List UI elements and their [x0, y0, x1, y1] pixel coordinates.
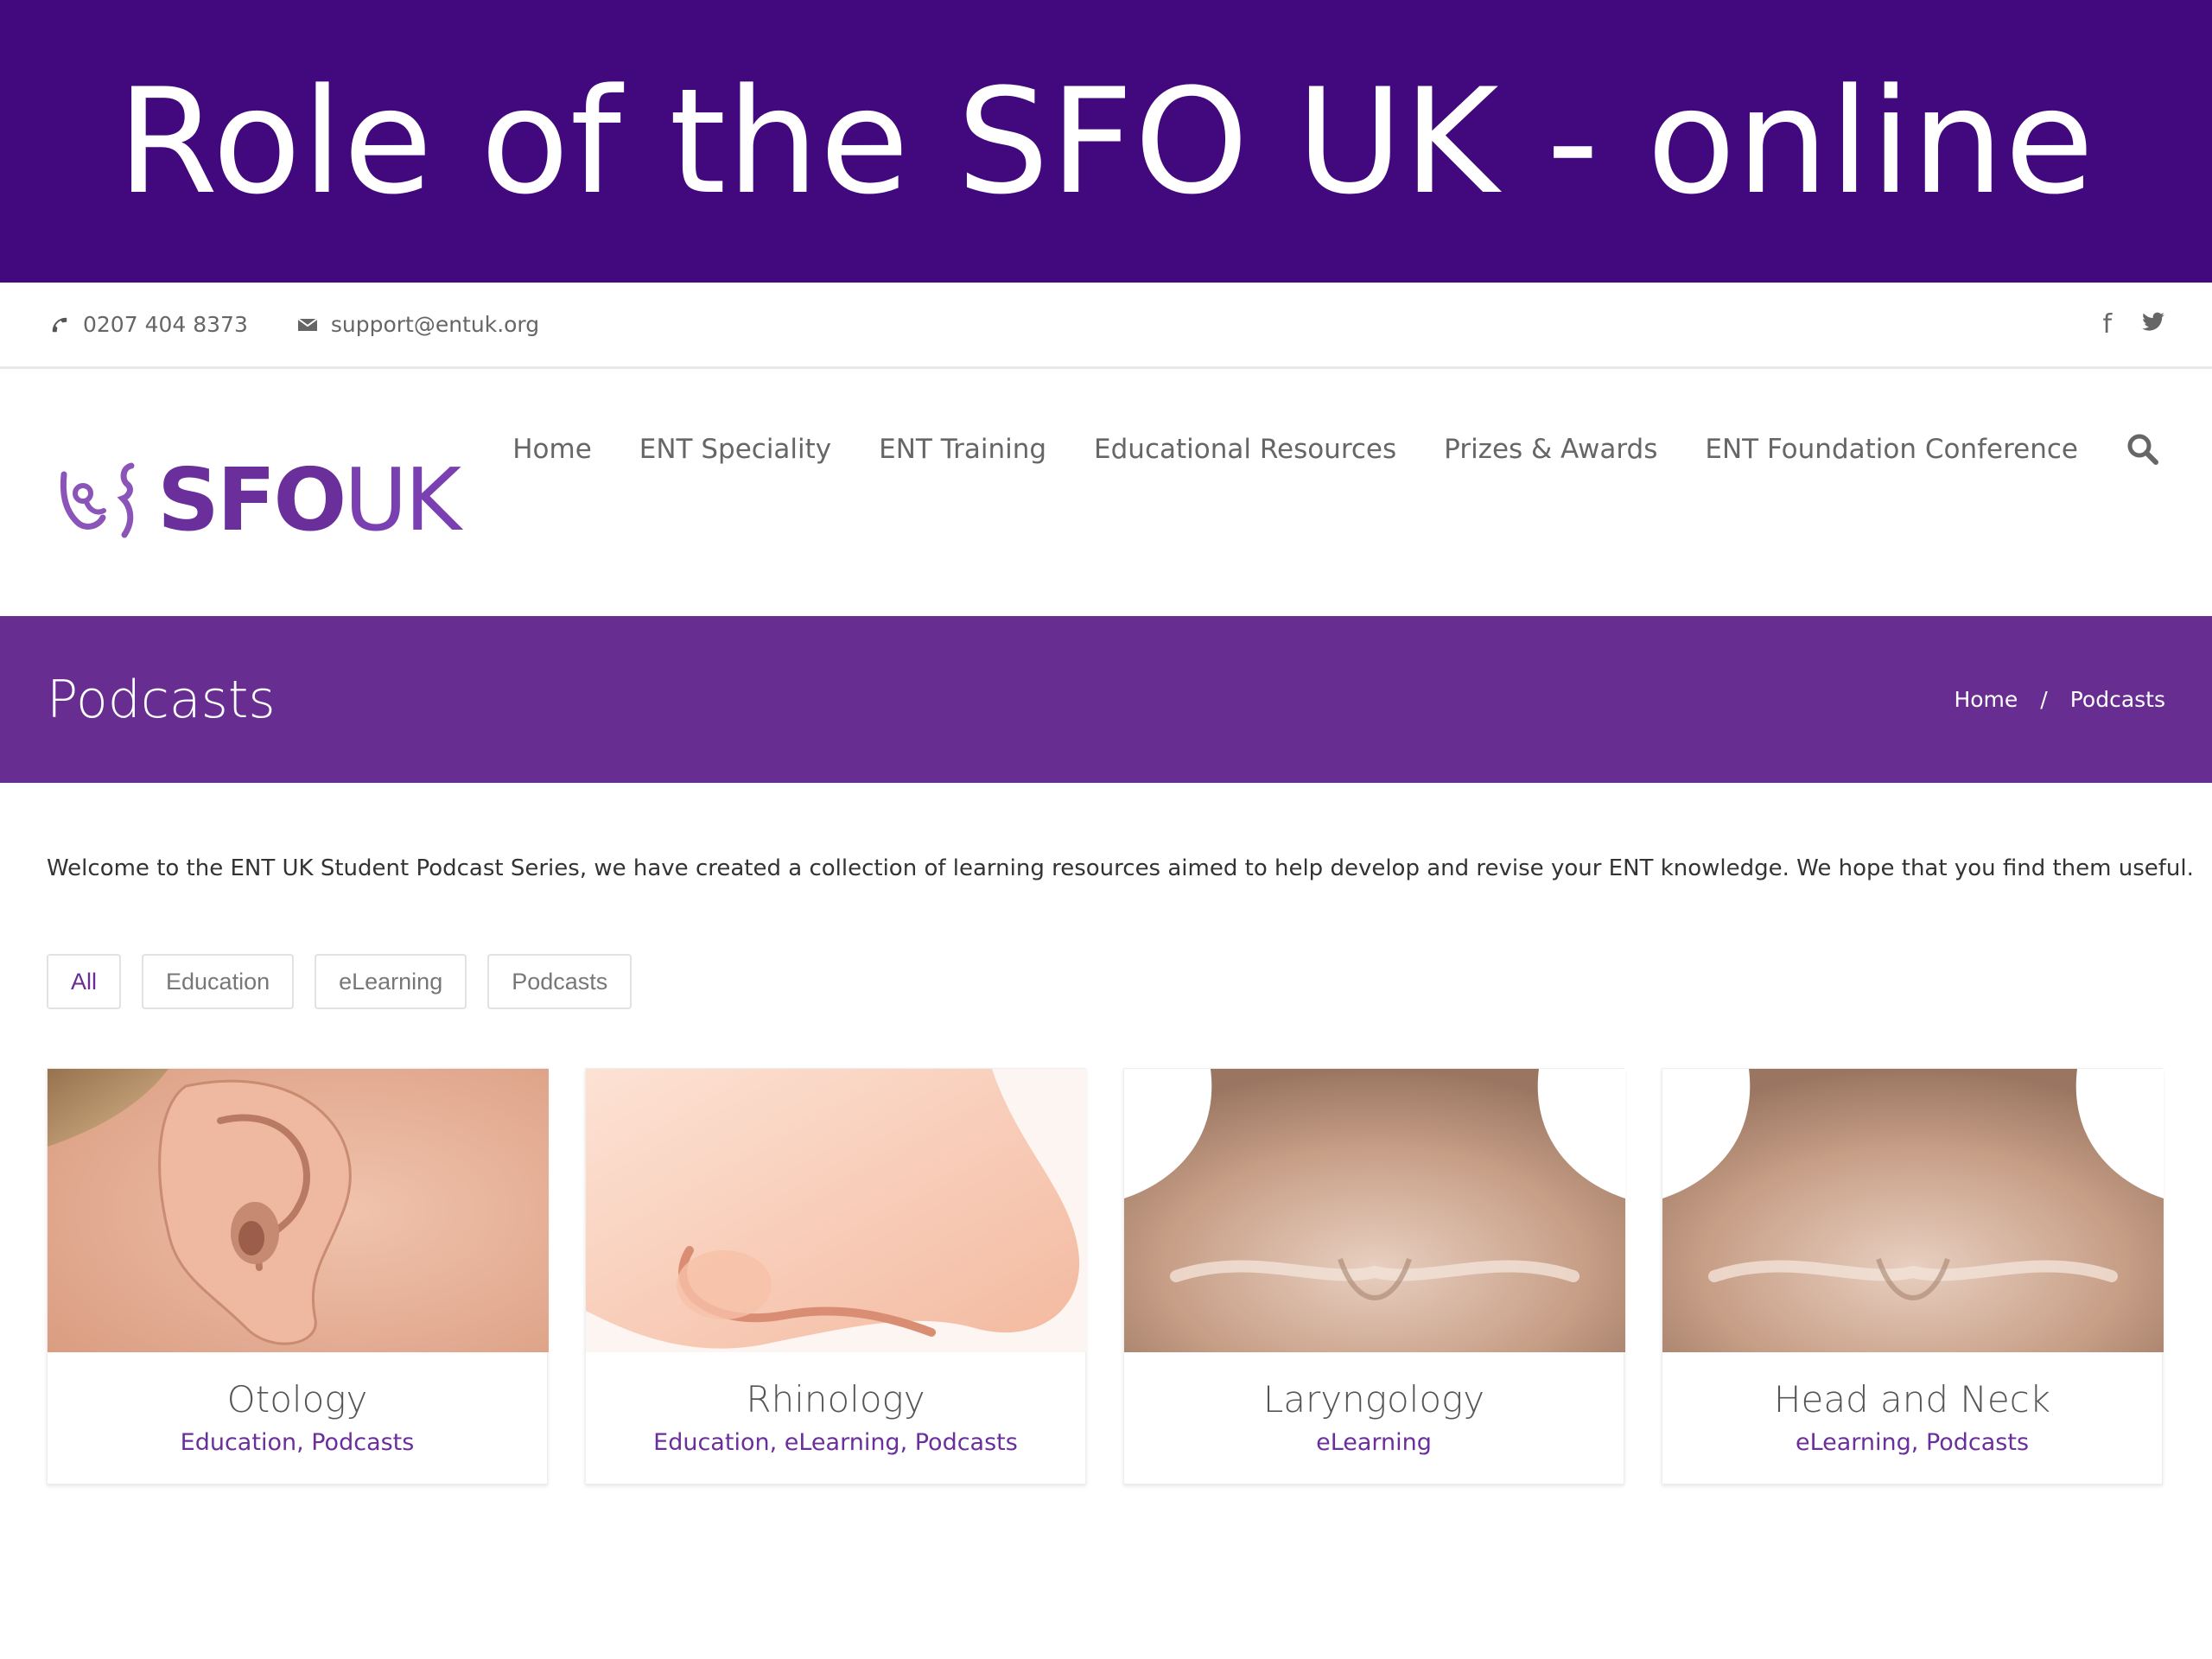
site-header: SFOUK Home ENT Speciality ENT Training E…: [0, 372, 2212, 616]
card-otology[interactable]: Otology Education, Podcasts: [47, 1068, 549, 1484]
breadcrumb-home[interactable]: Home: [1954, 687, 2018, 712]
top-contact-bar: 0207 404 8373 support@entuk.org f: [0, 283, 2212, 369]
slide-banner: Role of the SFO UK - online: [0, 0, 2212, 283]
ear-image[interactable]: [48, 1069, 549, 1352]
filter-elearning-button[interactable]: eLearning: [315, 954, 467, 1009]
phone-icon: [47, 312, 73, 338]
card-tags[interactable]: Education, eLearning, Podcasts: [586, 1429, 1085, 1456]
card-tags[interactable]: eLearning: [1124, 1429, 1624, 1456]
card-head-and-neck[interactable]: Head and Neck eLearning, Podcasts: [1662, 1068, 2164, 1484]
facebook-icon[interactable]: f: [2102, 309, 2112, 340]
email-address: support@entuk.org: [330, 312, 540, 337]
nav-item-ent-training[interactable]: ENT Training: [879, 434, 1046, 465]
filter-podcasts-button[interactable]: Podcasts: [487, 954, 632, 1009]
email-contact[interactable]: support@entuk.org: [295, 312, 539, 338]
nav-item-prizes-awards[interactable]: Prizes & Awards: [1444, 434, 1657, 465]
nav-item-educational-resources[interactable]: Educational Resources: [1094, 434, 1396, 465]
card-title[interactable]: Otology: [48, 1378, 547, 1421]
page-title: Podcasts: [47, 669, 276, 730]
card-title[interactable]: Rhinology: [586, 1378, 1085, 1421]
social-links: f: [2102, 309, 2165, 340]
portfolio-grid: Otology Education, Podcasts Rhinology Ed…: [47, 1068, 2164, 1484]
twitter-icon[interactable]: [2141, 309, 2165, 340]
breadcrumb: Home / Podcasts: [1954, 687, 2165, 712]
filter-all-button[interactable]: All: [47, 954, 122, 1009]
card-tags[interactable]: eLearning, Podcasts: [1662, 1429, 2162, 1456]
search-icon[interactable]: [2126, 432, 2160, 467]
breadcrumb-separator: /: [2040, 687, 2048, 712]
card-title[interactable]: Head and Neck: [1662, 1378, 2162, 1421]
logo-wordmark: SFOUK: [157, 449, 461, 550]
phone-contact[interactable]: 0207 404 8373: [47, 312, 248, 338]
neck-image[interactable]: [1662, 1069, 2164, 1352]
slide-title: Role of the SFO UK - online: [117, 56, 2095, 226]
nav-item-home[interactable]: Home: [512, 434, 592, 465]
nav-item-ent-foundation-conference[interactable]: ENT Foundation Conference: [1705, 434, 2078, 465]
card-laryngology[interactable]: Laryngology eLearning: [1123, 1068, 1625, 1484]
filter-bar: All Education eLearning Podcasts: [47, 954, 632, 1009]
main-nav: Home ENT Speciality ENT Training Educati…: [512, 432, 2160, 467]
page-title-bar: Podcasts Home / Podcasts: [0, 616, 2212, 783]
logo-sfo: SFO: [157, 449, 346, 550]
sfouk-logo[interactable]: SFOUK: [55, 449, 461, 550]
card-rhinology[interactable]: Rhinology Education, eLearning, Podcasts: [585, 1068, 1087, 1484]
nose-image[interactable]: [586, 1069, 1087, 1352]
welcome-text: Welcome to the ENT UK Student Podcast Se…: [47, 855, 2194, 881]
filter-education-button[interactable]: Education: [142, 954, 295, 1009]
card-title[interactable]: Laryngology: [1124, 1378, 1624, 1421]
logo-ent-icon: [60, 462, 135, 537]
card-tags[interactable]: Education, Podcasts: [48, 1429, 547, 1456]
logo-uk: UK: [344, 449, 461, 550]
envelope-icon: [295, 312, 321, 338]
neck-image[interactable]: [1124, 1069, 1625, 1352]
breadcrumb-current: Podcasts: [2069, 687, 2165, 712]
phone-number: 0207 404 8373: [83, 312, 248, 337]
nav-item-ent-speciality[interactable]: ENT Speciality: [639, 434, 831, 465]
